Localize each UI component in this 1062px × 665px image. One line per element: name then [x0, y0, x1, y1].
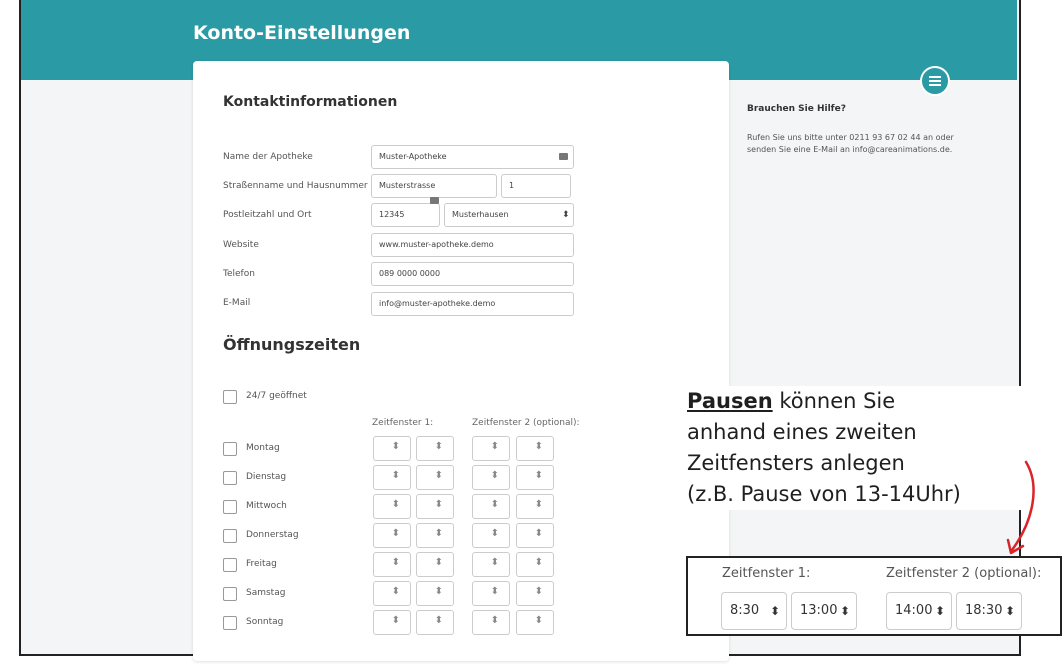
time-stepper[interactable]	[416, 610, 454, 635]
time-stepper[interactable]	[472, 494, 510, 519]
annotation-line3: Zeitfensters anlegen	[687, 451, 905, 475]
window2-header: Zeitfenster 2 (optional):	[472, 418, 580, 428]
menu-button[interactable]	[920, 66, 950, 96]
annotation-bold-word: Pausen	[687, 389, 773, 413]
time-stepper[interactable]	[472, 465, 510, 490]
annotation-line2: anhand eines zweiten	[687, 420, 917, 444]
time-stepper[interactable]	[373, 581, 411, 606]
time-stepper[interactable]	[373, 465, 411, 490]
always-open-label: 24/7 geöffnet	[246, 391, 307, 401]
day-label: Donnerstag	[246, 530, 299, 540]
help-title: Brauchen Sie Hilfe?	[747, 104, 846, 114]
phone-input[interactable]: 089 0000 0000	[371, 262, 574, 286]
website-label: Website	[223, 240, 259, 250]
time-stepper[interactable]	[373, 436, 411, 461]
time-stepper[interactable]	[472, 610, 510, 635]
day-label: Sonntag	[246, 617, 284, 627]
annotation-line1: können Sie	[772, 389, 896, 413]
time-stepper[interactable]	[416, 581, 454, 606]
window1-header: Zeitfenster 1:	[372, 418, 434, 428]
house-number-input[interactable]: 1	[501, 174, 571, 198]
email-label: E-Mail	[223, 298, 251, 308]
zoom-window2-label: Zeitfenster 2 (optional):	[886, 566, 1042, 581]
zip-label: Postleitzahl und Ort	[223, 210, 312, 220]
time-stepper[interactable]	[472, 581, 510, 606]
contact-card-icon	[430, 197, 439, 204]
pharmacy-name-input[interactable]: Muster-Apotheke	[371, 145, 574, 169]
time-stepper[interactable]	[472, 523, 510, 548]
zoom-window1-label: Zeitfenster 1:	[722, 566, 811, 581]
time-stepper[interactable]	[373, 552, 411, 577]
zoom-w2-end[interactable]: 18:30 ⬍	[956, 592, 1022, 630]
select-arrows-icon: ⬍	[562, 210, 570, 220]
time-stepper[interactable]	[516, 465, 554, 490]
help-text: Rufen Sie uns bitte unter 0211 93 67 02 …	[747, 133, 954, 154]
time-stepper[interactable]	[516, 610, 554, 635]
day-checkbox[interactable]	[223, 500, 237, 514]
street-label: Straßenname und Hausnummer	[223, 181, 368, 191]
time-stepper[interactable]	[472, 552, 510, 577]
time-stepper[interactable]	[373, 523, 411, 548]
zip-input[interactable]: 12345	[371, 203, 440, 227]
stepper-icon: ⬍	[769, 604, 780, 618]
annotation-line4: (z.B. Pause von 13-14Uhr)	[687, 482, 961, 506]
time-stepper[interactable]	[516, 552, 554, 577]
time-stepper[interactable]	[416, 494, 454, 519]
zoom-w1-end[interactable]: 13:00 ⬍	[791, 592, 857, 630]
annotation-arrow-icon	[1006, 460, 1035, 555]
day-label: Samstag	[246, 588, 286, 598]
day-checkbox[interactable]	[223, 529, 237, 543]
hamburger-icon	[929, 80, 941, 82]
website-input[interactable]: www.muster-apotheke.demo	[371, 233, 574, 257]
day-label: Mittwoch	[246, 501, 287, 511]
zoom-w1-start[interactable]: 8:30 ⬍	[721, 592, 787, 630]
day-label: Dienstag	[246, 472, 287, 482]
stepper-icon: ⬍	[934, 604, 945, 618]
time-stepper[interactable]	[516, 523, 554, 548]
name-label: Name der Apotheke	[223, 152, 313, 162]
day-checkbox[interactable]	[223, 442, 237, 456]
time-stepper[interactable]	[516, 436, 554, 461]
zoom-w2-start[interactable]: 14:00 ⬍	[886, 592, 952, 630]
day-checkbox[interactable]	[223, 471, 237, 485]
street-input[interactable]: Musterstrasse	[371, 174, 497, 198]
time-stepper[interactable]	[416, 523, 454, 548]
time-stepper[interactable]	[472, 436, 510, 461]
time-stepper[interactable]	[373, 494, 411, 519]
contact-section-title: Kontaktinformationen	[223, 94, 398, 110]
always-open-checkbox[interactable]	[223, 390, 237, 404]
time-stepper[interactable]	[373, 610, 411, 635]
phone-label: Telefon	[223, 269, 255, 279]
hours-section-title: Öffnungszeiten	[223, 335, 361, 354]
day-checkbox[interactable]	[223, 587, 237, 601]
contact-card-icon	[559, 153, 568, 160]
time-stepper[interactable]	[516, 581, 554, 606]
day-checkbox[interactable]	[223, 616, 237, 630]
day-label: Montag	[246, 443, 280, 453]
annotation-text: Pausen können Sie anhand eines zweiten Z…	[687, 386, 1027, 510]
time-stepper[interactable]	[416, 552, 454, 577]
city-select[interactable]: Musterhausen	[444, 203, 574, 227]
time-stepper[interactable]	[516, 494, 554, 519]
day-checkbox[interactable]	[223, 558, 237, 572]
stepper-icon: ⬍	[1004, 604, 1015, 618]
stepper-icon: ⬍	[839, 604, 850, 618]
time-stepper[interactable]	[416, 436, 454, 461]
page-title: Konto-Einstellungen	[193, 22, 411, 44]
day-label: Freitag	[246, 559, 277, 569]
time-stepper[interactable]	[416, 465, 454, 490]
zoomed-example: Zeitfenster 1: Zeitfenster 2 (optional):…	[686, 556, 1062, 636]
email-input[interactable]: info@muster-apotheke.demo	[371, 292, 574, 316]
